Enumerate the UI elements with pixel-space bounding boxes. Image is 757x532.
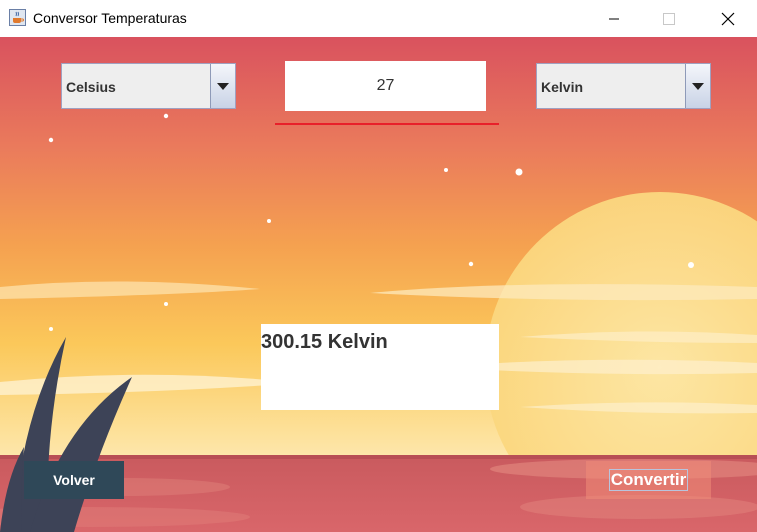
to-unit-dropdown-button[interactable] xyxy=(685,64,710,108)
to-unit-value: Kelvin xyxy=(541,79,584,95)
maximize-button[interactable] xyxy=(646,0,692,37)
from-unit-select[interactable]: Celsius xyxy=(61,63,236,109)
content-panel: Celsius Kelvin 300.15 Kelvin Volver Conv… xyxy=(0,37,757,532)
dropdown-arrow-icon xyxy=(692,82,704,90)
minimize-button[interactable] xyxy=(591,0,637,37)
window-title: Conversor Temperaturas xyxy=(33,10,187,26)
sunset-background xyxy=(0,37,757,532)
maximize-icon xyxy=(663,12,675,25)
close-button[interactable] xyxy=(705,0,751,37)
convert-button[interactable]: Convertir xyxy=(586,461,711,499)
minimize-icon xyxy=(609,18,619,19)
title-bar: Conversor Temperaturas xyxy=(0,0,757,37)
temperature-input[interactable] xyxy=(285,61,486,111)
input-underline xyxy=(275,123,499,125)
result-panel: 300.15 Kelvin xyxy=(261,324,499,410)
from-unit-value: Celsius xyxy=(66,79,116,95)
dropdown-arrow-icon xyxy=(217,82,229,90)
convert-button-label: Convertir xyxy=(608,469,689,491)
close-icon xyxy=(721,12,735,25)
back-button[interactable]: Volver xyxy=(24,461,124,499)
from-unit-dropdown-button[interactable] xyxy=(210,64,235,108)
result-text: 300.15 Kelvin xyxy=(261,331,388,353)
java-cup-icon xyxy=(9,9,26,26)
to-unit-select[interactable]: Kelvin xyxy=(536,63,711,109)
